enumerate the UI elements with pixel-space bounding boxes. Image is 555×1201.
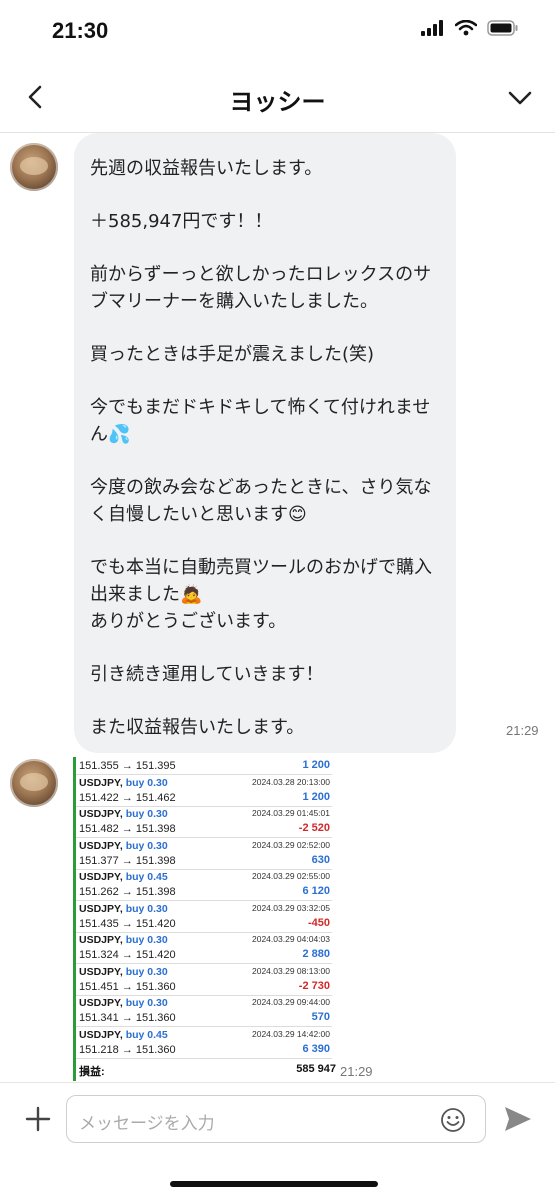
trade-symbol: USDJPY, buy 0.30 bbox=[79, 903, 168, 915]
trade-row: USDJPY, buy 0.30 151.341 → 151.360 2024.03… bbox=[76, 995, 332, 1027]
trade-profit: -450 bbox=[307, 916, 330, 929]
trade-profit: 630 bbox=[311, 853, 330, 866]
trade-symbol: USDJPY, buy 0.45 bbox=[79, 1029, 168, 1041]
status-time: 21:30 bbox=[52, 18, 109, 43]
trade-symbol-text: USDJPY, bbox=[79, 808, 123, 820]
emoji-icon[interactable] bbox=[439, 1106, 467, 1134]
trade-profit: -2 520 bbox=[298, 822, 330, 834]
trade-row: USDJPY, buy 0.30151.355 → 151.3951 200 bbox=[76, 757, 332, 775]
status-icons bbox=[421, 20, 519, 36]
trade-price: 151.377 → 151.398 bbox=[79, 854, 176, 867]
trade-date: 2024.03.29 03:32:05 bbox=[252, 902, 330, 913]
plus-icon[interactable] bbox=[24, 1105, 52, 1133]
chat-header: ヨッシー bbox=[0, 62, 555, 133]
trade-symbol-text: USDJPY, bbox=[79, 902, 123, 915]
trade-date: 2024.03.29 14:42:00 bbox=[252, 1028, 330, 1039]
trade-history-image[interactable]: 損益: 585 947 USDJPY, buy 0.30 151.355 → 15… bbox=[73, 757, 338, 1081]
trade-date: 2024.03.29 08:13:00 bbox=[252, 965, 330, 976]
trade-symbol: USDJPY, buy 0.30 bbox=[79, 934, 168, 946]
chat-title: ヨッシー bbox=[229, 88, 326, 116]
avatar[interactable] bbox=[10, 759, 58, 807]
trade-profit: 1 200 bbox=[302, 790, 330, 803]
trade-row: USDJPY, buy 0.30 151.451 → 151.360 2024.03… bbox=[76, 964, 332, 996]
trade-side: buy 0.30 bbox=[125, 997, 168, 1009]
trade-date: 2024.03.29 09:44:00 bbox=[252, 997, 330, 1007]
trade-profit: 6 390 bbox=[302, 1042, 330, 1055]
chat-area[interactable]: 先週の収益報告いたします。 ＋585,947円です！！ 前からずーっと欲しかった… bbox=[0, 133, 555, 1081]
trade-row: USDJPY, buy 0.45 151.262 → 151.398 2024.03… bbox=[76, 869, 332, 901]
trade-symbol: USDJPY, buy 0.30 bbox=[79, 808, 168, 820]
trade-side: buy 0.30 bbox=[125, 934, 168, 946]
trade-row: USDJPY, buy 0.45 151.218 → 151.360 2024.03… bbox=[76, 1027, 332, 1059]
trade-price: 151.482 → 151.398 bbox=[79, 823, 176, 835]
trade-price: 151.435 → 151.420 bbox=[79, 917, 176, 930]
trade-side: buy 0.30 bbox=[125, 776, 168, 789]
trade-date: 2024.03.29 02:52:00 bbox=[252, 839, 330, 850]
trade-price: 151.218 → 151.360 bbox=[79, 1043, 176, 1056]
send-icon[interactable] bbox=[503, 1105, 533, 1133]
message-paragraph: でも本当に自動売買ツールのおかげで購入出来ました🙇 ありがとうございます。 bbox=[90, 557, 432, 632]
message-time: 21:29 bbox=[506, 723, 539, 738]
trade-symbol: USDJPY, buy 0.30 bbox=[79, 966, 168, 978]
trade-symbol: USDJPY, buy 0.45 bbox=[79, 871, 168, 883]
input-placeholder: メッセージを入力 bbox=[79, 1114, 215, 1134]
trade-side: buy 0.30 bbox=[125, 902, 168, 915]
message-paragraph: 前からずーっと欲しかったロレックスのサブマリーナーを購入いたしました。 bbox=[90, 264, 432, 312]
trade-row: USDJPY, buy 0.30 151.435 → 151.420 2024.03… bbox=[76, 901, 332, 933]
message-paragraph: 引き続き運用していきます！ bbox=[90, 664, 324, 685]
trade-side: buy 0.45 bbox=[125, 871, 168, 883]
trade-row: USDJPY, buy 0.30 151.324 → 151.420 2024.03… bbox=[76, 932, 332, 964]
message-paragraph: また収益報告いたします。 bbox=[90, 717, 305, 738]
battery-icon bbox=[487, 20, 518, 36]
trade-side: buy 0.45 bbox=[125, 1028, 168, 1041]
wifi-icon bbox=[455, 20, 477, 36]
trade-date: 2024.03.29 04:04:03 bbox=[252, 934, 330, 944]
trade-date: 2024.03.29 01:45:01 bbox=[252, 808, 330, 818]
trade-price: 151.422 → 151.462 bbox=[79, 791, 176, 804]
message-paragraph: 今でもまだドキドキして怖くて付けれません💦 bbox=[90, 397, 431, 445]
trade-profit: 2 880 bbox=[302, 948, 330, 960]
trade-symbol-text: USDJPY, bbox=[79, 776, 123, 789]
message-bubble[interactable]: 先週の収益報告いたします。 ＋585,947円です！！ 前からずーっと欲しかった… bbox=[74, 133, 456, 753]
trade-price: 151.262 → 151.398 bbox=[79, 886, 176, 898]
chevron-down-icon[interactable] bbox=[505, 82, 535, 112]
signal-icon bbox=[421, 20, 443, 36]
trade-date: 2024.03.28 20:13:00 bbox=[252, 776, 330, 787]
trade-symbol-text: USDJPY, bbox=[79, 934, 123, 946]
trade-symbol-text: USDJPY, bbox=[79, 839, 123, 852]
trade-symbol-text: USDJPY, bbox=[79, 1028, 123, 1041]
trade-side: buy 0.30 bbox=[125, 808, 168, 820]
trade-symbol: USDJPY, buy 0.30 bbox=[79, 840, 168, 852]
trade-profit: 570 bbox=[311, 1011, 330, 1023]
trade-price: 151.355 → 151.395 bbox=[79, 760, 176, 772]
trade-price: 151.451 → 151.360 bbox=[79, 980, 176, 993]
total-label: 損益: bbox=[79, 1066, 105, 1078]
trade-price: 151.324 → 151.420 bbox=[79, 949, 176, 961]
trade-side: buy 0.30 bbox=[125, 965, 168, 978]
message-paragraph: 今度の飲み会などあったときに、さり気なく自慢したいと思います😊 bbox=[90, 477, 432, 525]
status-bar: 21:30 bbox=[0, 0, 555, 62]
trade-symbol: USDJPY, buy 0.30 bbox=[79, 777, 168, 789]
trade-profit: -2 730 bbox=[298, 979, 330, 992]
trade-side: buy 0.30 bbox=[125, 839, 168, 852]
trade-symbol-text: USDJPY, bbox=[79, 997, 123, 1009]
home-indicator bbox=[170, 1181, 378, 1187]
trade-row: USDJPY, buy 0.30 151.482 → 151.398 2024.03… bbox=[76, 806, 332, 838]
image-time: 21:29 bbox=[340, 1064, 373, 1079]
message-paragraph: 先週の収益報告いたします。 bbox=[90, 158, 323, 179]
avatar[interactable] bbox=[10, 143, 58, 191]
trade-profit: 6 120 bbox=[302, 885, 330, 897]
trade-row: USDJPY, buy 0.30 151.377 → 151.398 2024.03… bbox=[76, 838, 332, 870]
trade-profit: 1 200 bbox=[302, 759, 330, 771]
trade-symbol-text: USDJPY, bbox=[79, 965, 123, 978]
message-paragraph: 買ったときは手足が震えました(笑) bbox=[90, 344, 375, 365]
trade-symbol: USDJPY, buy 0.30 bbox=[79, 997, 168, 1009]
trade-row: USDJPY, buy 0.30 151.422 → 151.462 2024.03… bbox=[76, 775, 332, 807]
message-paragraph: ＋585,947円です！！ bbox=[90, 211, 273, 232]
trade-date: 2024.03.29 02:55:00 bbox=[252, 871, 330, 881]
trade-price: 151.341 → 151.360 bbox=[79, 1012, 176, 1024]
trade-symbol-text: USDJPY, bbox=[79, 871, 123, 883]
message-input[interactable]: メッセージを入力 bbox=[66, 1095, 486, 1143]
total-value: 585 947 bbox=[296, 1063, 336, 1075]
